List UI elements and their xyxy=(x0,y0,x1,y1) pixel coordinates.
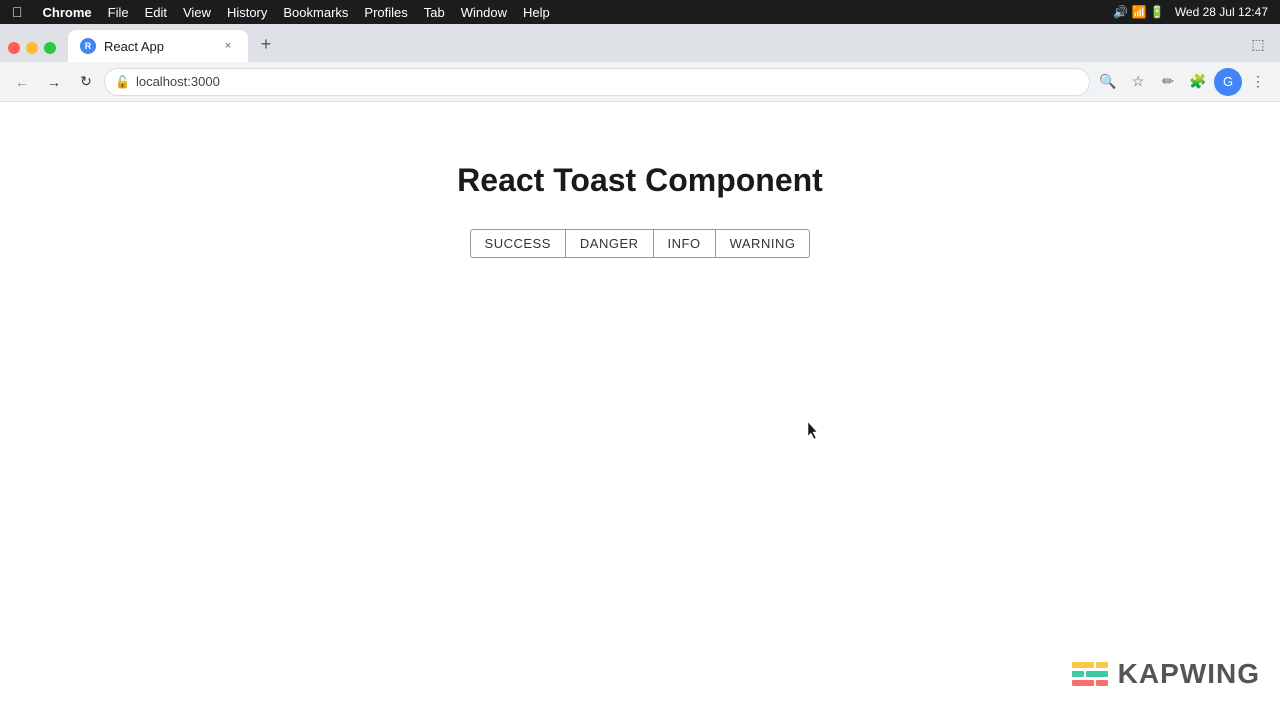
menu-help[interactable]: Help xyxy=(523,5,550,20)
close-button[interactable] xyxy=(8,42,20,54)
lock-icon: 🔓 xyxy=(115,75,130,89)
menu-history[interactable]: History xyxy=(227,5,267,20)
tab-label: React App xyxy=(104,39,212,54)
star-icon[interactable]: ☆ xyxy=(1124,68,1152,96)
kapwing-logo-icon xyxy=(1072,662,1108,686)
browser-window: R React App × + ⬚ ← → ↻ 🔓 localhost:3000… xyxy=(0,24,1280,720)
warning-button[interactable]: WARNING xyxy=(715,229,811,258)
profile-icon[interactable]: G xyxy=(1214,68,1242,96)
menu-profiles[interactable]: Profiles xyxy=(364,5,407,20)
menu-window[interactable]: Window xyxy=(461,5,507,20)
info-button[interactable]: INFO xyxy=(653,229,715,258)
tab-bar: R React App × + ⬚ xyxy=(0,24,1280,62)
traffic-lights xyxy=(8,42,56,54)
refresh-button[interactable]: ↻ xyxy=(72,68,100,96)
edit-icon[interactable]: ✏ xyxy=(1154,68,1182,96)
menubar-left:  Chrome File Edit View History Bookmark… xyxy=(12,4,550,20)
tab-close-icon[interactable]: × xyxy=(220,38,236,54)
menu-tab[interactable]: Tab xyxy=(424,5,445,20)
url-text: localhost:3000 xyxy=(136,74,220,89)
page-content: React Toast Component SUCCESS DANGER INF… xyxy=(0,102,1280,720)
menubar-right: 🔊 📶 🔋 Wed 28 Jul 12:47 xyxy=(1113,5,1268,19)
minimize-button[interactable] xyxy=(26,42,38,54)
tab-favicon-icon: R xyxy=(80,38,96,54)
kapwing-text: KAPWING xyxy=(1118,658,1260,690)
extensions-icon[interactable]: 🧩 xyxy=(1184,68,1212,96)
address-bar-actions: 🔍 ☆ ✏ 🧩 G ⋮ xyxy=(1094,68,1272,96)
new-tab-button[interactable]: + xyxy=(252,30,280,58)
back-button[interactable]: ← xyxy=(8,68,36,96)
cast-icon: ⬚ xyxy=(1244,30,1272,58)
success-button[interactable]: SUCCESS xyxy=(470,229,565,258)
page-title: React Toast Component xyxy=(457,162,823,199)
danger-button[interactable]: DANGER xyxy=(565,229,653,258)
forward-button[interactable]: → xyxy=(40,68,68,96)
menu-file[interactable]: File xyxy=(108,5,129,20)
kapwing-watermark: KAPWING xyxy=(1072,658,1260,690)
menu-bookmarks[interactable]: Bookmarks xyxy=(283,5,348,20)
apple-logo-icon:  xyxy=(12,4,23,20)
address-bar: ← → ↻ 🔓 localhost:3000 🔍 ☆ ✏ 🧩 G ⋮ xyxy=(0,62,1280,102)
active-tab[interactable]: R React App × xyxy=(68,30,248,62)
toast-button-group: SUCCESS DANGER INFO WARNING xyxy=(470,229,811,258)
zoom-icon[interactable]: 🔍 xyxy=(1094,68,1122,96)
macos-menubar:  Chrome File Edit View History Bookmark… xyxy=(0,0,1280,24)
menu-chrome[interactable]: Chrome xyxy=(43,5,92,20)
url-bar[interactable]: 🔓 localhost:3000 xyxy=(104,68,1090,96)
menubar-datetime: Wed 28 Jul 12:47 xyxy=(1175,5,1268,19)
menu-view[interactable]: View xyxy=(183,5,211,20)
menu-icon[interactable]: ⋮ xyxy=(1244,68,1272,96)
window-controls-right: ⬚ xyxy=(1244,30,1272,58)
menubar-icons: 🔊 📶 🔋 xyxy=(1113,5,1165,19)
menu-edit[interactable]: Edit xyxy=(145,5,167,20)
cursor xyxy=(808,422,820,445)
maximize-button[interactable] xyxy=(44,42,56,54)
